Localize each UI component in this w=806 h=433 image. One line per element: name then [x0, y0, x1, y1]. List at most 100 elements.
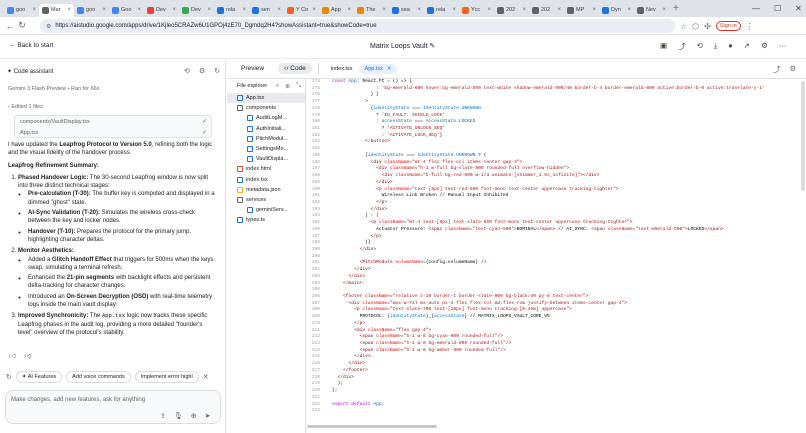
close-tab-icon[interactable]: ×: [102, 7, 106, 13]
file-tree-item[interactable]: AuthInitiali...: [227, 124, 305, 134]
refresh-icon[interactable]: ↻: [214, 67, 220, 75]
back-icon[interactable]: ←: [4, 21, 16, 31]
history-icon[interactable]: ⟲: [697, 41, 703, 52]
refresh-suggestions-icon[interactable]: ↻: [6, 373, 12, 381]
close-tab-icon[interactable]: ×: [207, 7, 211, 13]
close-tab-icon[interactable]: ×: [242, 7, 246, 13]
file-tree-item[interactable]: metadata.json: [227, 185, 305, 195]
settings-icon[interactable]: ⚙: [199, 67, 205, 75]
settings-icon[interactable]: ⚙: [790, 64, 797, 75]
share-icon[interactable]: ⤴: [678, 41, 686, 52]
maximize-icon[interactable]: ☐: [774, 4, 781, 13]
close-window-icon[interactable]: ✕: [795, 4, 802, 13]
close-chips-icon[interactable]: ✕: [203, 373, 209, 381]
file-tree-item[interactable]: services: [227, 195, 305, 205]
browser-tab[interactable]: rela ×: [214, 4, 249, 17]
close-tab-icon[interactable]: ×: [32, 7, 36, 13]
browser-tab[interactable]: sen ×: [249, 4, 284, 17]
file-tree-item[interactable]: types.ts: [227, 215, 305, 225]
share-icon[interactable]: ⤴: [773, 64, 781, 75]
edit-title-icon[interactable]: ✎: [429, 43, 435, 50]
back-to-start-button[interactable]: ← Back to start: [9, 42, 53, 49]
code-editor[interactable]: 174 const App: React.FC = () => {175 : 'b…: [307, 79, 806, 433]
history-icon[interactable]: ⟲: [184, 67, 190, 75]
browser-tab[interactable]: 202 ×: [494, 4, 529, 17]
close-tab-icon[interactable]: ×: [452, 7, 456, 13]
close-tab-icon[interactable]: ×: [137, 7, 141, 13]
browser-tab[interactable]: 202 ×: [529, 4, 564, 17]
star-icon[interactable]: ☆: [680, 22, 687, 31]
search-icon[interactable]: ⌕: [276, 83, 279, 90]
close-tab-icon[interactable]: ✕: [387, 66, 392, 72]
save-icon[interactable]: ▣: [660, 41, 667, 52]
collapse-icon[interactable]: ⤡: [296, 83, 301, 90]
file-tree-item[interactable]: geminiServ...: [227, 205, 305, 215]
close-tab-icon[interactable]: ×: [487, 7, 491, 13]
close-tab-icon[interactable]: ×: [662, 7, 666, 13]
browser-tab[interactable]: goo ×: [74, 4, 109, 17]
browser-tab[interactable]: Mar ×: [39, 3, 74, 17]
close-tab-icon[interactable]: ×: [347, 7, 351, 13]
chip-ai-features[interactable]: ✦ AI Features: [15, 371, 63, 383]
close-tab-icon[interactable]: ×: [172, 7, 176, 13]
browser-tab[interactable]: rela ×: [424, 4, 459, 17]
file-tree-item[interactable]: PitchModul...: [227, 134, 305, 144]
file-tree-item[interactable]: index.tsx: [227, 175, 305, 185]
browser-tab[interactable]: goo ×: [4, 4, 39, 17]
edited-files-toggle[interactable]: ‹ Edited 1 files: [8, 104, 43, 110]
browser-tab[interactable]: App ×: [319, 4, 354, 17]
deploy-icon[interactable]: ➚: [744, 41, 750, 52]
tab-preview[interactable]: Preview: [235, 63, 270, 74]
add-icon[interactable]: ⊕: [191, 412, 197, 420]
close-tab-icon[interactable]: ×: [277, 7, 281, 13]
file-tab-app[interactable]: App.tsx ✕: [358, 63, 398, 74]
url-omnibox[interactable]: ⚙ https://aistudio.google.com/apps/drive…: [40, 19, 675, 33]
extensions-puzzle-icon[interactable]: ✣: [704, 22, 711, 31]
file-tree-item[interactable]: AuditLogM...: [227, 113, 305, 123]
file-tree-item[interactable]: components: [227, 103, 305, 113]
close-tab-icon[interactable]: ×: [592, 7, 596, 13]
attach-icon[interactable]: ⇪: [160, 412, 166, 420]
close-tab-icon[interactable]: ×: [67, 7, 71, 13]
tab-code[interactable]: ‹› Code: [278, 63, 312, 74]
browser-tab[interactable]: Nev ×: [634, 4, 669, 17]
add-file-icon[interactable]: ⊕: [285, 83, 290, 90]
download-icon[interactable]: ⤓: [714, 41, 717, 52]
edited-file[interactable]: App.tsx ✓: [15, 127, 211, 138]
extension-icon[interactable]: ⬡: [692, 22, 699, 31]
browser-tab[interactable]: Dev ×: [144, 4, 179, 17]
vertical-scrollbar[interactable]: [801, 81, 805, 191]
close-tab-icon[interactable]: ×: [627, 7, 631, 13]
file-tree-item[interactable]: VaultDispla...: [227, 154, 305, 164]
file-tab-index[interactable]: index.tsx: [325, 64, 359, 74]
close-tab-icon[interactable]: ×: [522, 7, 526, 13]
browser-tab[interactable]: Dyn ×: [599, 4, 634, 17]
menu-icon[interactable]: ⋮: [746, 22, 754, 31]
horizontal-scrollbar[interactable]: [307, 425, 437, 428]
reload-icon[interactable]: ↻: [16, 20, 28, 31]
chip-voice[interactable]: Add voice commands: [66, 371, 131, 383]
browser-tab[interactable]: sea ×: [389, 4, 424, 17]
mic-icon[interactable]: 🎙︎: [174, 412, 183, 420]
thumbs-up-icon[interactable]: 👍︎: [9, 351, 16, 360]
browser-tab[interactable]: Ycc ×: [459, 4, 494, 17]
more-icon[interactable]: ⋯: [779, 41, 787, 52]
chip-error[interactable]: Implement error highl: [134, 371, 199, 383]
close-tab-icon[interactable]: ×: [417, 7, 421, 13]
github-icon[interactable]: ●: [728, 41, 733, 52]
edited-file[interactable]: components/VaultDisplay.tsx ✓: [15, 116, 211, 127]
browser-tab[interactable]: Dev ×: [179, 4, 214, 17]
browser-tab[interactable]: Goo ×: [109, 4, 144, 17]
minimize-icon[interactable]: —: [752, 4, 760, 13]
sign-in-button[interactable]: Sign in: [715, 21, 741, 31]
file-tree-item[interactable]: App.tsx: [227, 93, 305, 104]
thumbs-down-icon[interactable]: 👎︎: [24, 351, 31, 360]
browser-tab[interactable]: Y Co ×: [284, 4, 319, 17]
new-tab-icon[interactable]: +: [673, 3, 679, 14]
close-tab-icon[interactable]: ×: [382, 7, 386, 13]
browser-tab[interactable]: The ×: [354, 4, 389, 17]
file-tree-item[interactable]: SettingsMo...: [227, 144, 305, 154]
close-tab-icon[interactable]: ×: [312, 7, 316, 13]
file-tree-item[interactable]: index.html: [227, 164, 305, 174]
settings-icon[interactable]: ⚙: [761, 41, 768, 52]
